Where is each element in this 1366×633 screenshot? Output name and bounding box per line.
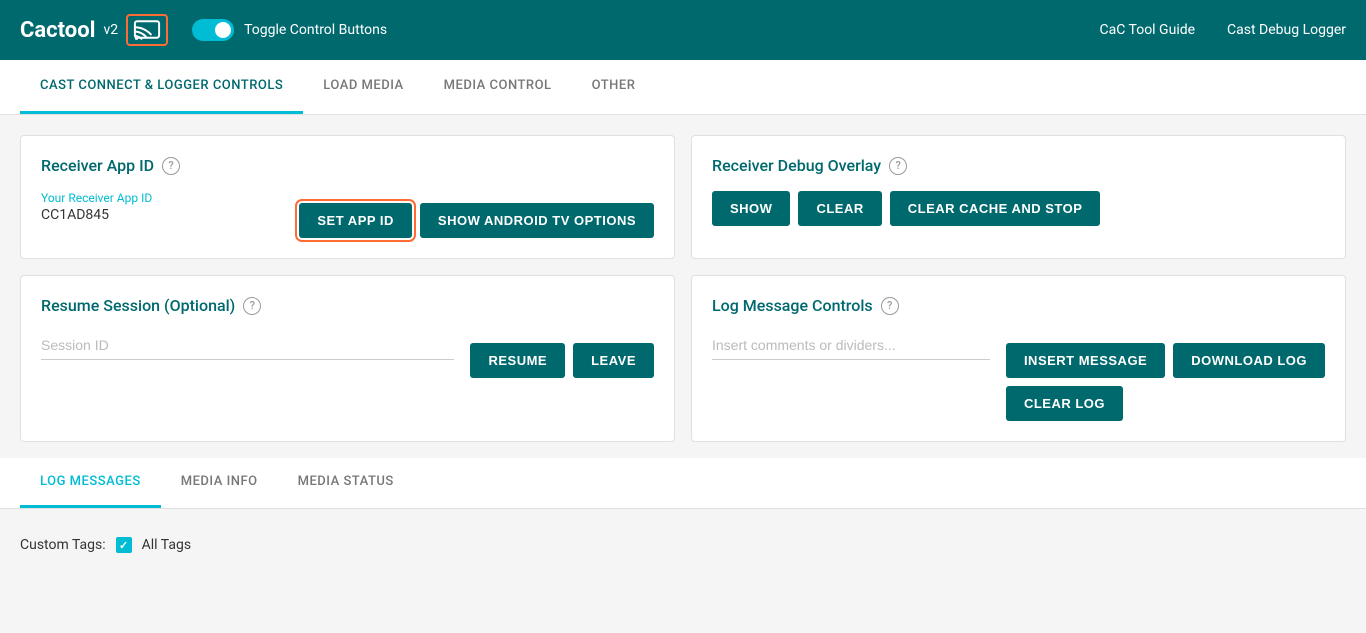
resume-session-buttons: RESUME LEAVE	[470, 343, 654, 378]
receiver-debug-overlay-card: Receiver Debug Overlay ? SHOW CLEAR CLEA…	[691, 135, 1346, 259]
show-android-tv-button[interactable]: SHOW ANDROID TV OPTIONS	[420, 203, 654, 238]
receiver-debug-overlay-buttons: SHOW CLEAR CLEAR CACHE AND STOP	[712, 191, 1325, 226]
toggle-label: Toggle Control Buttons	[244, 22, 387, 38]
tab-cast-connect[interactable]: CAST CONNECT & LOGGER CONTROLS	[20, 60, 303, 114]
toggle-control-buttons[interactable]	[192, 19, 234, 41]
log-message-controls-title: Log Message Controls ?	[712, 296, 1325, 315]
resume-session-help-icon[interactable]: ?	[243, 297, 261, 315]
tab-other[interactable]: OTHER	[572, 60, 656, 114]
bottom-tab-media-status[interactable]: MEDIA STATUS	[278, 458, 414, 508]
tab-load-media[interactable]: LOAD MEDIA	[303, 60, 423, 114]
clear-cache-stop-button[interactable]: CLEAR CACHE AND STOP	[890, 191, 1101, 226]
log-message-input[interactable]	[712, 331, 990, 360]
resume-session-card: Resume Session (Optional) ? RESUME LEAVE	[20, 275, 675, 442]
cac-tool-guide-link[interactable]: CaC Tool Guide	[1100, 22, 1196, 38]
bottom-tab-media-info[interactable]: MEDIA INFO	[161, 458, 278, 508]
receiver-app-id-card: Receiver App ID ? Your Receiver App ID C…	[20, 135, 675, 259]
set-app-id-button[interactable]: SET APP ID	[299, 203, 412, 238]
receiver-app-id-buttons: SET APP ID SHOW ANDROID TV OPTIONS	[299, 203, 654, 238]
resume-session-content: RESUME LEAVE	[41, 331, 654, 378]
all-tags-label: All Tags	[142, 537, 191, 553]
main-content: Receiver App ID ? Your Receiver App ID C…	[0, 115, 1366, 585]
clear-button[interactable]: CLEAR	[798, 191, 881, 226]
log-message-controls-content: INSERT MESSAGE DOWNLOAD LOG CLEAR LOG	[712, 331, 1325, 421]
app-header: Cactool v2 Toggle Control Buttons CaC To…	[0, 0, 1366, 60]
receiver-app-id-value: CC1AD845	[41, 207, 283, 223]
insert-message-button[interactable]: INSERT MESSAGE	[1006, 343, 1165, 378]
log-message-input-section	[712, 331, 990, 360]
cast-icon-box[interactable]	[126, 14, 168, 46]
resume-button[interactable]: RESUME	[470, 343, 565, 378]
tab-media-control[interactable]: MEDIA CONTROL	[424, 60, 572, 114]
receiver-app-id-help-icon[interactable]: ?	[162, 157, 180, 175]
log-message-controls-help-icon[interactable]: ?	[881, 297, 899, 315]
nav-tabs: CAST CONNECT & LOGGER CONTROLS LOAD MEDI…	[0, 60, 1366, 115]
download-log-button[interactable]: DOWNLOAD LOG	[1173, 343, 1325, 378]
log-message-controls-card: Log Message Controls ? INSERT MESSAGE DO…	[691, 275, 1346, 442]
cast-debug-logger-link[interactable]: Cast Debug Logger	[1227, 22, 1346, 38]
resume-session-title: Resume Session (Optional) ?	[41, 296, 654, 315]
cards-row-2: Resume Session (Optional) ? RESUME LEAVE…	[20, 275, 1346, 442]
receiver-app-id-title: Receiver App ID ?	[41, 156, 654, 175]
bottom-tabs: LOG MESSAGES MEDIA INFO MEDIA STATUS	[0, 458, 1366, 509]
app-logo: Cactool v2	[20, 14, 168, 46]
bottom-tab-log-messages[interactable]: LOG MESSAGES	[20, 458, 161, 508]
clear-log-button[interactable]: CLEAR LOG	[1006, 386, 1123, 421]
custom-tags-label: Custom Tags:	[20, 537, 106, 553]
receiver-app-id-input-label: Your Receiver App ID	[41, 191, 283, 205]
session-id-input-section	[41, 331, 454, 360]
all-tags-checkbox[interactable]	[116, 537, 132, 553]
cast-icon	[133, 19, 161, 41]
receiver-app-id-input-section: Your Receiver App ID CC1AD845	[41, 191, 283, 227]
session-id-input[interactable]	[41, 331, 454, 360]
logo-version: v2	[103, 22, 118, 38]
log-message-buttons: INSERT MESSAGE DOWNLOAD LOG CLEAR LOG	[1006, 343, 1325, 421]
cards-row-1: Receiver App ID ? Your Receiver App ID C…	[20, 135, 1346, 259]
toggle-area: Toggle Control Buttons	[192, 19, 387, 41]
logo-text: Cactool	[20, 18, 95, 43]
custom-tags-row: Custom Tags: All Tags	[20, 525, 1346, 565]
receiver-app-id-content: Your Receiver App ID CC1AD845 SET APP ID…	[41, 191, 654, 238]
header-links: CaC Tool Guide Cast Debug Logger	[1100, 22, 1347, 38]
show-button[interactable]: SHOW	[712, 191, 790, 226]
receiver-debug-overlay-title: Receiver Debug Overlay ?	[712, 156, 1325, 175]
leave-button[interactable]: LEAVE	[573, 343, 654, 378]
receiver-debug-overlay-help-icon[interactable]: ?	[889, 157, 907, 175]
